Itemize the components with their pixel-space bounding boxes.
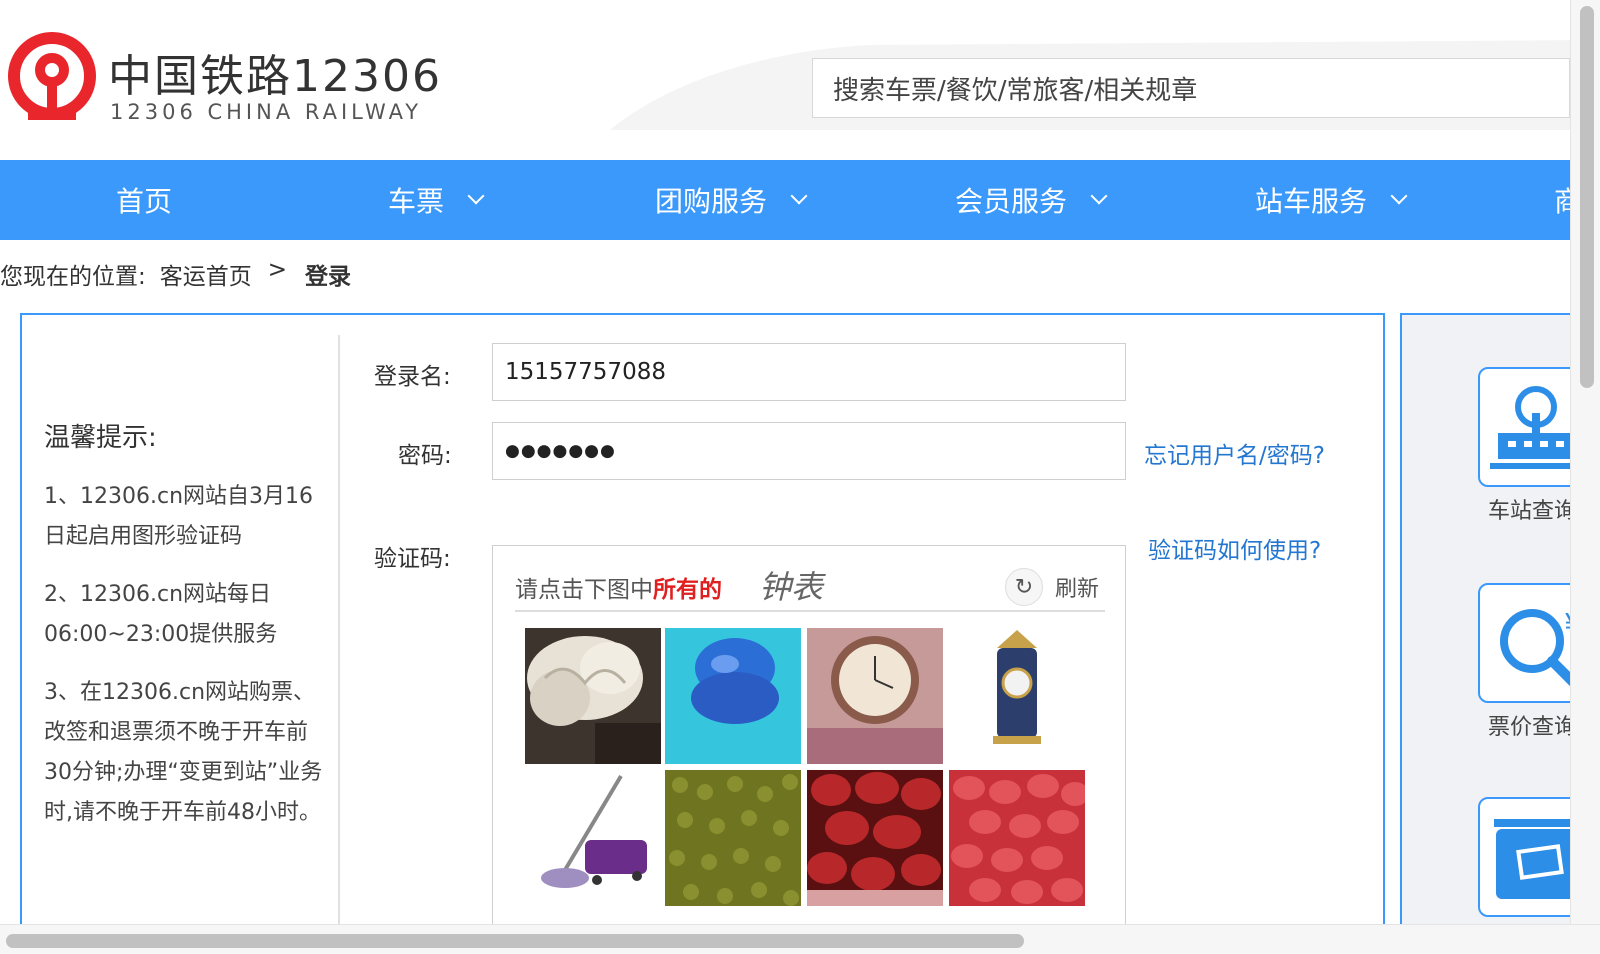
station-query-card[interactable] xyxy=(1478,367,1570,487)
username-value: 15157757088 xyxy=(505,359,666,385)
nav-label: 车票 xyxy=(388,185,445,218)
tips-section: 温馨提示: 1、12306.cn网站自3月16日起启用图形验证码 2、12306… xyxy=(22,335,340,954)
search-input[interactable]: 搜索车票/餐饮/常旅客/相关规章 xyxy=(812,58,1570,118)
chevron-down-icon xyxy=(1390,187,1408,205)
captcha-header: 请点击下图中所有的 钟表 ↻ 刷新 xyxy=(515,562,1105,612)
captcha-box: 请点击下图中所有的 钟表 ↻ 刷新 xyxy=(492,545,1126,954)
captcha-tile-mung-beans[interactable] xyxy=(665,770,801,906)
captcha-refresh-button[interactable]: ↻ 刷新 xyxy=(1004,568,1099,606)
login-panel: 温馨提示: 1、12306.cn网站自3月16日起启用图形验证码 2、12306… xyxy=(20,313,1385,954)
station-icon xyxy=(1490,386,1570,469)
tip-item: 3、在12306.cn网站购票、改签和退票须不晚于开车前30分钟;办理“变更到站… xyxy=(44,680,323,825)
fare-query-label[interactable]: 票价查询 xyxy=(1488,709,1570,741)
nav-item-member-services[interactable]: 会员服务 xyxy=(955,160,1108,240)
captcha-prompt-text: 请点击下图中 xyxy=(515,577,653,603)
captcha-tile-pocket-watch[interactable] xyxy=(807,628,943,764)
main-nav: 首页 车票 团购服务 会员服务 站车服务 商 xyxy=(0,160,1570,240)
tips-title: 温馨提示: xyxy=(44,423,157,453)
vertical-scrollbar[interactable] xyxy=(1570,0,1600,924)
station-query-label[interactable]: 车站查询 xyxy=(1488,493,1570,525)
captcha-tile-blue-funnel[interactable] xyxy=(665,628,801,764)
captcha-refresh-label: 刷新 xyxy=(1054,577,1099,602)
chevron-down-icon xyxy=(467,187,485,205)
password-field[interactable]: ●●●●●●● xyxy=(492,422,1126,480)
breadcrumb-current: 登录 xyxy=(305,264,352,290)
captcha-tile-red-dates[interactable] xyxy=(807,770,943,906)
nav-label: 站车服务 xyxy=(1255,185,1368,218)
horizontal-scrollbar-thumb[interactable] xyxy=(6,934,1024,948)
tip-item: 1、12306.cn网站自3月16日起启用图形验证码 xyxy=(44,484,314,549)
chevron-down-icon xyxy=(790,187,808,205)
nav-item-business[interactable]: 商 xyxy=(1554,160,1570,240)
nav-item-tickets[interactable]: 车票 xyxy=(388,160,485,240)
fare-search-icon: ¥ xyxy=(1500,608,1570,687)
captcha-prompt-highlight: 所有的 xyxy=(653,577,722,603)
nav-label: 团购服务 xyxy=(655,185,768,218)
vertical-scrollbar-thumb[interactable] xyxy=(1580,6,1594,388)
breadcrumb-home-link[interactable]: 客运首页 xyxy=(160,257,252,291)
breadcrumb-separator: > xyxy=(267,257,288,283)
search-placeholder: 搜索车票/餐饮/常旅客/相关规章 xyxy=(833,75,1198,106)
nav-item-station-services[interactable]: 站车服务 xyxy=(1255,160,1408,240)
username-label: 登录名: xyxy=(374,364,451,390)
fare-query-card[interactable]: ¥ xyxy=(1478,583,1570,703)
password-label: 密码: xyxy=(398,443,452,469)
captcha-help-link[interactable]: 验证码如何使用? xyxy=(1148,531,1321,565)
nav-item-home[interactable]: 首页 xyxy=(116,160,172,240)
captcha-target-word: 钟表 xyxy=(759,568,824,606)
site-header: 中国铁路12306 12306 CHINA RAILWAY 搜索车票/餐饮/常旅… xyxy=(0,0,1570,158)
nav-label: 商 xyxy=(1554,185,1570,218)
china-railway-logo-icon[interactable] xyxy=(8,30,96,130)
refresh-icon: ↻ xyxy=(1004,568,1043,606)
nav-label: 首页 xyxy=(116,185,173,218)
tip-item: 2、12306.cn网站每日06:00~23:00提供服务 xyxy=(44,582,278,647)
breadcrumb: 您现在的位置: 客运首页 > 登录 xyxy=(0,257,351,291)
horizontal-scrollbar[interactable] xyxy=(0,924,1600,954)
captcha-tile-white-fungus[interactable] xyxy=(525,628,661,764)
side-quick-links: 车站查询 ¥ 票价查询 xyxy=(1400,313,1570,953)
username-field[interactable]: 15157757088 xyxy=(492,343,1126,401)
ticket-service-card[interactable] xyxy=(1478,797,1570,917)
chevron-down-icon xyxy=(1090,187,1108,205)
breadcrumb-prefix: 您现在的位置: xyxy=(0,264,146,290)
captcha-label: 验证码: xyxy=(374,546,451,572)
nav-item-group-services[interactable]: 团购服务 xyxy=(655,160,808,240)
captcha-tile-red-dates-pile[interactable] xyxy=(949,770,1085,906)
brand-name-en: 12306 CHINA RAILWAY xyxy=(110,100,423,124)
brand-name-cn: 中国铁路12306 xyxy=(108,51,442,102)
captcha-prompt: 请点击下图中所有的 xyxy=(515,570,722,604)
nav-label: 会员服务 xyxy=(955,185,1068,218)
password-value: ●●●●●●● xyxy=(505,441,616,461)
ticket-icon xyxy=(1494,819,1570,899)
captcha-tile-mop[interactable] xyxy=(525,770,661,906)
forgot-password-link[interactable]: 忘记用户名/密码? xyxy=(1144,436,1325,470)
captcha-tile-ornate-clock[interactable] xyxy=(949,628,1085,764)
